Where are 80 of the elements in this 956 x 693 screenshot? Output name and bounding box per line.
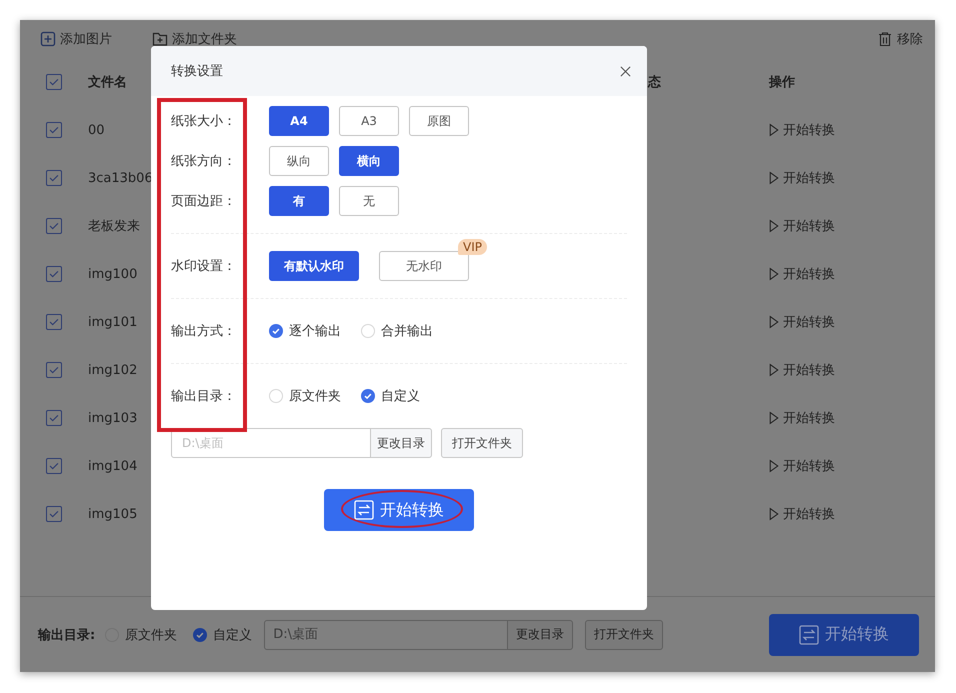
vip-badge: VIP	[458, 239, 487, 255]
trash-icon	[877, 31, 893, 47]
checkbox[interactable]	[46, 410, 62, 426]
radio-option[interactable]: 逐个输出	[269, 322, 341, 340]
swap-icon	[799, 624, 819, 644]
column-header: 态	[646, 74, 662, 91]
radio-option[interactable]: 原文件夹	[269, 387, 341, 405]
checkbox[interactable]	[46, 314, 62, 330]
output-dir-label: 输出目录:	[38, 626, 96, 644]
file-name: img103	[88, 410, 138, 426]
play-icon	[769, 315, 779, 329]
setting-label: 水印设置：	[171, 258, 237, 275]
remove-button[interactable]: 移除	[877, 30, 923, 48]
open-folder-button[interactable]: 打开文件夹	[441, 428, 523, 458]
column-header: 文件名	[88, 74, 128, 91]
add-button[interactable]: 添加文件夹	[152, 30, 237, 48]
file-name: img102	[88, 362, 138, 378]
start-convert-button[interactable]: 开始转换	[769, 614, 919, 656]
start-convert-link[interactable]: 开始转换	[769, 169, 835, 187]
play-icon	[769, 459, 779, 473]
checkbox[interactable]	[46, 122, 62, 138]
open-folder-button[interactable]: 打开文件夹	[585, 620, 664, 650]
option-button[interactable]: 无水印	[379, 251, 469, 281]
file-name: img105	[88, 506, 138, 522]
setting-label: 页面边距：	[171, 193, 237, 210]
start-convert-link[interactable]: 开始转换	[769, 217, 835, 235]
start-convert-link[interactable]: 开始转换	[769, 313, 835, 331]
dialog-title: 转换设置	[171, 63, 223, 80]
radio-option[interactable]: 自定义	[193, 626, 252, 644]
play-icon	[769, 219, 779, 233]
start-convert-link[interactable]: 开始转换	[769, 265, 835, 283]
option-button[interactable]: 原图	[409, 106, 469, 136]
checkbox[interactable]	[46, 458, 62, 474]
file-name: 3ca13b06	[88, 170, 154, 186]
play-icon	[769, 123, 779, 137]
play-icon	[769, 171, 779, 185]
checkbox[interactable]	[46, 362, 62, 378]
play-icon	[769, 363, 779, 377]
option-button[interactable]: 横向	[339, 146, 399, 176]
radio-option[interactable]: 合并输出	[361, 322, 433, 340]
checkbox[interactable]	[46, 266, 62, 282]
change-dir-button[interactable]: 更改目录	[370, 428, 432, 458]
checkbox[interactable]	[46, 74, 62, 90]
file-name: img100	[88, 266, 138, 282]
option-button[interactable]: A4	[269, 106, 329, 136]
option-button[interactable]: A3	[339, 106, 399, 136]
option-button[interactable]: 有默认水印	[269, 251, 359, 281]
file-name: img101	[88, 314, 138, 330]
setting-label: 输出目录：	[171, 388, 237, 405]
radio-option[interactable]: 自定义	[361, 387, 420, 405]
checkbox[interactable]	[46, 218, 62, 234]
setting-label: 纸张大小：	[171, 113, 237, 130]
add-file-icon	[40, 31, 56, 47]
radio-option[interactable]: 原文件夹	[105, 626, 178, 644]
start-convert-link[interactable]: 开始转换	[769, 457, 835, 475]
add-folder-icon	[152, 31, 168, 47]
start-convert-link[interactable]: 开始转换	[769, 409, 835, 427]
checkbox[interactable]	[46, 170, 62, 186]
add-button[interactable]: 添加图片	[40, 30, 112, 48]
checkbox[interactable]	[46, 506, 62, 522]
setting-label: 输出方式：	[171, 323, 237, 340]
play-icon	[769, 507, 779, 521]
setting-label: 纸张方向：	[171, 153, 237, 170]
start-convert-link[interactable]: 开始转换	[769, 505, 835, 523]
option-button[interactable]: 无	[339, 186, 399, 216]
close-icon[interactable]	[620, 66, 631, 76]
option-button[interactable]: 纵向	[269, 146, 329, 176]
swap-icon	[354, 500, 374, 520]
file-name: 00	[88, 122, 106, 138]
start-convert-button[interactable]: 开始转换	[324, 489, 474, 531]
option-button[interactable]: 有	[269, 186, 329, 216]
change-dir-button[interactable]: 更改目录	[507, 620, 574, 650]
column-header: 操作	[769, 74, 795, 91]
file-name: 老板发来	[88, 218, 141, 235]
start-convert-link[interactable]: 开始转换	[769, 121, 835, 139]
path-field[interactable]: D:\桌面	[264, 620, 508, 650]
play-icon	[769, 267, 779, 281]
start-convert-link[interactable]: 开始转换	[769, 361, 835, 379]
file-name: img104	[88, 458, 138, 474]
play-icon	[769, 411, 779, 425]
